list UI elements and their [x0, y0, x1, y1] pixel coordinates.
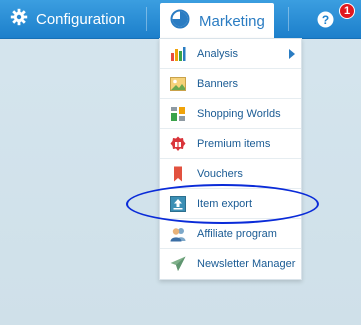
bar-chart-icon — [169, 45, 187, 63]
menu-item-label: Newsletter Manager — [197, 258, 296, 270]
menu-item-shopping-worlds[interactable]: Shopping Worlds — [160, 99, 301, 129]
help-icon[interactable]: ? — [317, 11, 334, 28]
pie-chart-icon — [170, 9, 190, 34]
nav-divider — [288, 7, 289, 31]
nav-configuration[interactable]: Configuration — [10, 0, 125, 38]
menu-item-vouchers[interactable]: Vouchers — [160, 159, 301, 189]
marketing-dropdown-menu: Analysis Banners Shopping Worlds Premium… — [159, 38, 302, 280]
menu-item-label: Banners — [197, 77, 238, 90]
menu-item-item-export[interactable]: Item export — [160, 189, 301, 219]
top-navigation-bar: Configuration Marketing ? 1 — [0, 0, 361, 39]
menu-item-label: Shopping Worlds — [197, 107, 281, 120]
menu-item-banners[interactable]: Banners — [160, 69, 301, 99]
gift-badge-icon — [169, 135, 187, 153]
paper-plane-icon — [169, 255, 187, 273]
nav-marketing[interactable]: Marketing — [160, 3, 274, 39]
svg-text:?: ? — [322, 13, 329, 27]
menu-item-label: Analysis — [197, 47, 238, 60]
image-icon — [169, 75, 187, 93]
menu-item-label: Premium items — [197, 137, 271, 150]
menu-item-label: Vouchers — [197, 167, 243, 180]
menu-item-premium-items[interactable]: Premium items — [160, 129, 301, 159]
gear-icon — [10, 8, 28, 31]
menu-item-analysis[interactable]: Analysis — [160, 39, 301, 69]
nav-marketing-label: Marketing — [199, 12, 265, 30]
menu-item-affiliate-program[interactable]: Affiliate program — [160, 219, 301, 249]
nav-configuration-label: Configuration — [36, 10, 126, 28]
menu-item-label: Affiliate program — [197, 227, 277, 240]
menu-item-label: Item export — [197, 197, 253, 210]
nav-divider — [146, 7, 147, 31]
chevron-right-icon — [289, 49, 295, 59]
upload-export-icon — [169, 195, 187, 213]
bookmark-voucher-icon — [169, 165, 187, 183]
grid-layout-icon — [169, 105, 187, 123]
menu-item-newsletter-manager[interactable]: Newsletter Manager — [160, 249, 301, 279]
notification-badge: 1 — [339, 3, 355, 19]
users-icon — [169, 225, 187, 243]
